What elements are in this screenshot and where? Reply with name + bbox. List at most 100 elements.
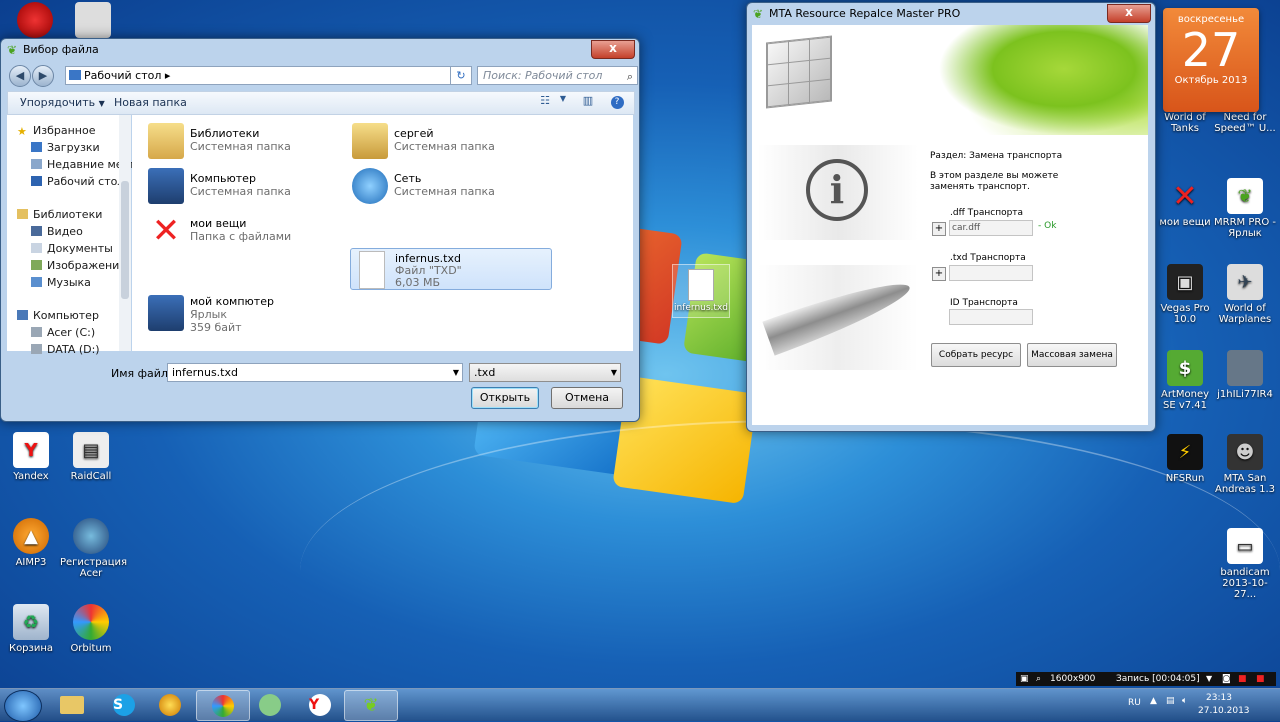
chevron-up-icon[interactable]: ▲ bbox=[1150, 696, 1157, 706]
address-path[interactable]: Рабочий стол ▸ ▼ bbox=[65, 66, 465, 85]
red-x-icon: ✕ bbox=[1172, 178, 1198, 214]
taskbar-yandex[interactable]: Y bbox=[294, 690, 346, 719]
calendar-gadget[interactable]: воскресенье 27 Октябрь 2013 bbox=[1163, 8, 1259, 112]
views-button[interactable]: ☷ bbox=[536, 94, 554, 110]
dialog-titlebar[interactable]: ❦ Вибор файла x bbox=[1, 39, 639, 61]
chevron-right-icon: ▸ bbox=[164, 69, 171, 82]
open-button[interactable]: Открыть bbox=[471, 387, 539, 409]
desktop-icon-recycle-bin[interactable]: ♻ Корзина bbox=[0, 604, 62, 654]
txd-add-button[interactable]: + bbox=[932, 267, 946, 281]
desktop-icon-artmoney[interactable]: $ ArtMoney SE v7.41 bbox=[1154, 350, 1216, 411]
desktop-file-infernus[interactable]: infernus.txd bbox=[672, 264, 730, 318]
chevron-down-icon[interactable]: ▼ bbox=[453, 364, 459, 381]
file-type: Системная папка bbox=[190, 140, 291, 153]
nav-drive-c[interactable]: Acer (C:) bbox=[31, 325, 95, 340]
breadcrumb: Рабочий стол bbox=[84, 69, 162, 82]
filetype-value: .txd bbox=[474, 366, 496, 379]
desktop-icon-nfsrun[interactable]: ⚡ NFSRun bbox=[1154, 434, 1216, 484]
desktop-icon-bandicam[interactable]: ▭ bandicam 2013-10-27... bbox=[1214, 528, 1276, 600]
desktop-icon-mta-san-andreas[interactable]: ☻ MTA San Andreas 1.3 bbox=[1214, 434, 1276, 495]
refresh-button[interactable]: ↻ bbox=[450, 66, 472, 85]
camera-icon[interactable]: ◙ bbox=[1222, 672, 1231, 686]
desktop-icon-vegas-pro[interactable]: ▣ Vegas Pro 10.0 bbox=[1154, 264, 1216, 325]
help-button[interactable]: ? bbox=[608, 94, 626, 110]
close-button[interactable]: x bbox=[1107, 4, 1151, 23]
nav-desktop[interactable]: Рабочий стол bbox=[31, 174, 124, 189]
nav-images[interactable]: Изображения bbox=[31, 258, 126, 273]
clock-time[interactable]: 23:13 bbox=[1206, 693, 1232, 703]
start-button[interactable] bbox=[4, 690, 42, 722]
cancel-button[interactable]: Отмена bbox=[551, 387, 623, 409]
filetype-select[interactable]: .txd ▼ bbox=[469, 363, 621, 382]
file-item[interactable]: Сеть Системная папка bbox=[350, 166, 550, 206]
desktop-icon-red-app[interactable] bbox=[4, 2, 66, 41]
video-thumbnail-icon bbox=[1227, 350, 1263, 386]
red-app-icon bbox=[17, 2, 53, 38]
desktop-icon-world-of-tanks[interactable]: World of Tanks bbox=[1154, 112, 1216, 134]
desktop-icon-orbitum[interactable]: Orbitum bbox=[60, 604, 122, 654]
nav-label: Рабочий стол bbox=[47, 175, 125, 188]
command-bar: Упорядочить ▼ Новая папка ☷ ▼ ▥ ? bbox=[7, 91, 635, 115]
desktop-icon-aimp3[interactable]: ▲ AIMP3 bbox=[0, 518, 62, 568]
taskbar-tool[interactable] bbox=[244, 690, 296, 719]
file-item[interactable]: мой компютер Ярлык 359 байт bbox=[146, 293, 346, 339]
language-indicator[interactable]: RU bbox=[1128, 698, 1141, 708]
mta-titlebar[interactable]: ❦ MTA Resource Repalce Master PRO x bbox=[747, 3, 1155, 25]
organize-button[interactable]: Упорядочить ▼ bbox=[20, 96, 105, 109]
desktop-icon-need-for-speed[interactable]: Need for Speed™ U... bbox=[1214, 112, 1276, 134]
stop-icon[interactable]: ■ bbox=[1256, 672, 1265, 686]
dialog-title: Вибор файла bbox=[23, 43, 99, 56]
file-item[interactable]: сергей Системная папка bbox=[350, 121, 550, 161]
close-button[interactable]: x bbox=[591, 40, 635, 59]
taskbar-orbitum[interactable] bbox=[196, 690, 250, 721]
nav-computer[interactable]: Компьютер bbox=[17, 308, 99, 323]
forward-button[interactable]: ▶ bbox=[32, 65, 54, 87]
dff-add-button[interactable]: + bbox=[932, 222, 946, 236]
back-button[interactable]: ◀ bbox=[9, 65, 31, 87]
id-input[interactable] bbox=[949, 309, 1033, 325]
nav-downloads[interactable]: Загрузки bbox=[31, 140, 100, 155]
nav-libraries[interactable]: Библиотеки bbox=[17, 207, 102, 222]
preview-pane-button[interactable]: ▥ bbox=[579, 94, 597, 110]
red-x-icon: ✕ bbox=[151, 211, 181, 251]
scrollbar-thumb[interactable] bbox=[121, 181, 129, 299]
txd-input[interactable] bbox=[949, 265, 1033, 281]
new-folder-button[interactable]: Новая папка bbox=[114, 96, 187, 109]
build-resource-button[interactable]: Собрать ресурс bbox=[931, 343, 1021, 367]
desktop-icon-my-stuff[interactable]: ✕ мои вещи bbox=[1154, 178, 1216, 228]
desktop-icon-acer-registration[interactable]: Регистрация Acer bbox=[60, 518, 127, 579]
desktop-icon-mrrm-pro[interactable]: ❦ MRRM PRO - Ярлык bbox=[1214, 178, 1276, 239]
mass-replace-button[interactable]: Массовая замена bbox=[1027, 343, 1117, 367]
file-item[interactable]: Библиотеки Системная папка bbox=[146, 121, 346, 161]
nav-music[interactable]: Музыка bbox=[31, 275, 91, 290]
views-dropdown[interactable]: ▼ bbox=[554, 94, 572, 110]
dialog-footer: Имя файла: infernus.txd ▼ .txd ▼ Открыть… bbox=[7, 353, 633, 415]
bandicam-window-icon[interactable]: ▣ bbox=[1020, 672, 1029, 686]
navigation-scrollbar[interactable] bbox=[119, 115, 131, 351]
desktop-icon-settings-app[interactable] bbox=[62, 2, 124, 41]
desktop-icon-world-of-warplanes[interactable]: ✈ World of Warplanes bbox=[1214, 264, 1276, 325]
taskbar-media-player[interactable] bbox=[144, 690, 196, 719]
desktop-icon-yandex[interactable]: Y Yandex bbox=[0, 432, 62, 482]
dff-input[interactable]: car.dff bbox=[949, 220, 1033, 236]
network-icon[interactable]: ▤ bbox=[1166, 696, 1175, 706]
volume-icon[interactable]: 🔈︎ bbox=[1182, 696, 1187, 706]
taskbar-skype[interactable]: S bbox=[98, 690, 150, 719]
nav-video[interactable]: Видео bbox=[31, 224, 83, 239]
record-icon[interactable]: ■ bbox=[1238, 672, 1247, 686]
chevron-down-icon[interactable]: ▼ bbox=[1206, 672, 1212, 686]
file-item-selected[interactable]: infernus.txd Файл "TXD" 6,03 МБ bbox=[350, 248, 552, 290]
file-item[interactable]: ✕ мои вещи Папка с файлами bbox=[146, 211, 346, 251]
nav-favorites[interactable]: ★ Избранное bbox=[17, 123, 95, 138]
desktop-icon-video-file[interactable]: j1hILi77IR4 bbox=[1214, 350, 1276, 400]
file-item[interactable]: Компьютер Системная папка bbox=[146, 166, 346, 206]
taskbar-explorer[interactable] bbox=[46, 690, 98, 719]
clock-date[interactable]: 27.10.2013 bbox=[1198, 706, 1250, 716]
filename-input[interactable]: infernus.txd ▼ bbox=[167, 363, 463, 382]
music-icon bbox=[31, 277, 42, 287]
taskbar-mrrm[interactable]: ❦ bbox=[344, 690, 398, 721]
search-input[interactable]: Поиск: Рабочий стол ⌕ bbox=[477, 66, 638, 85]
desktop-icon-raidcall[interactable]: ▤ RaidCall bbox=[60, 432, 122, 482]
nav-documents[interactable]: Документы bbox=[31, 241, 113, 256]
sprout-icon: ❦ bbox=[7, 43, 18, 57]
